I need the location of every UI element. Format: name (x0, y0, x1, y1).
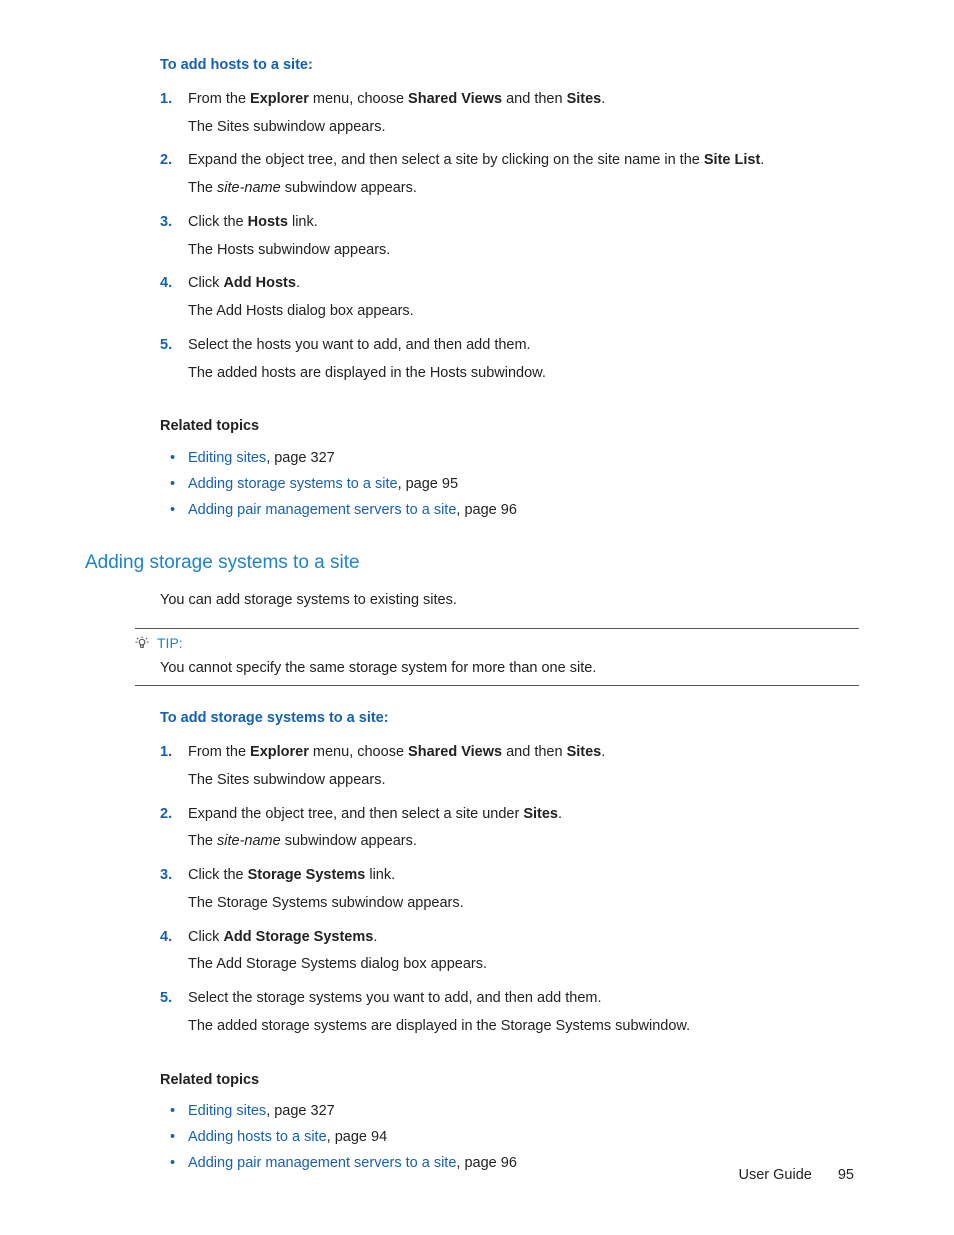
step-result: The Add Storage Systems dialog box appea… (188, 954, 859, 976)
step-result: The site-name subwindow appears. (188, 178, 859, 200)
step-number: 2. (160, 804, 172, 826)
step-text: From the Explorer menu, choose Shared Vi… (188, 89, 859, 111)
related-item: Editing sites, page 327 (160, 1101, 859, 1123)
step-number: 1. (160, 742, 172, 764)
step-text: Expand the object tree, and then select … (188, 150, 859, 172)
tip-label: TIP: (157, 633, 183, 654)
step: 4. Click Add Storage Systems. The Add St… (160, 927, 859, 989)
step-text: From the Explorer menu, choose Shared Vi… (188, 742, 859, 764)
related-link[interactable]: Adding pair management servers to a site (188, 502, 456, 518)
step-text: Select the hosts you want to add, and th… (188, 335, 859, 357)
page-footer: User Guide 95 (738, 1165, 854, 1187)
step: 5. Select the storage systems you want t… (160, 988, 859, 1050)
step-number: 4. (160, 273, 172, 295)
tip-block: TIP: You cannot specify the same storage… (135, 628, 859, 687)
step-number: 4. (160, 927, 172, 949)
step-text: Expand the object tree, and then select … (188, 804, 859, 826)
step-result: The Hosts subwindow appears. (188, 240, 859, 262)
related-topics-list: Editing sites, page 327 Adding hosts to … (160, 1101, 859, 1174)
step-result: The Storage Systems subwindow appears. (188, 893, 859, 915)
tip-text: You cannot specify the same storage syst… (160, 658, 859, 680)
step-text: Click the Storage Systems link. (188, 865, 859, 887)
section-heading: Adding storage systems to a site (85, 549, 859, 578)
step-number: 3. (160, 865, 172, 887)
step-number: 2. (160, 150, 172, 172)
step-number: 3. (160, 212, 172, 234)
step: 2. Expand the object tree, and then sele… (160, 804, 859, 866)
procedure-steps: 1. From the Explorer menu, choose Shared… (160, 742, 859, 1050)
related-link[interactable]: Adding pair management servers to a site (188, 1155, 456, 1171)
step: 5. Select the hosts you want to add, and… (160, 335, 859, 397)
related-item: Adding storage systems to a site, page 9… (160, 474, 859, 496)
related-item: Adding hosts to a site, page 94 (160, 1127, 859, 1149)
step-result: The Sites subwindow appears. (188, 770, 859, 792)
related-topics-heading: Related topics (160, 1070, 859, 1092)
divider (135, 628, 859, 629)
page-number: 95 (838, 1167, 854, 1183)
step-text: Click the Hosts link. (188, 212, 859, 234)
procedure-title: To add storage systems to a site: (160, 708, 859, 730)
step: 1. From the Explorer menu, choose Shared… (160, 742, 859, 804)
step: 2. Expand the object tree, and then sele… (160, 150, 859, 212)
step: 3. Click the Storage Systems link. The S… (160, 865, 859, 927)
related-link[interactable]: Adding storage systems to a site (188, 476, 398, 492)
procedure-steps: 1. From the Explorer menu, choose Shared… (160, 89, 859, 397)
related-item: Editing sites, page 327 (160, 448, 859, 470)
lightbulb-icon (135, 636, 149, 650)
footer-label: User Guide (738, 1167, 811, 1183)
step-text: Click Add Hosts. (188, 273, 859, 295)
related-topics-list: Editing sites, page 327 Adding storage s… (160, 448, 859, 521)
page: To add hosts to a site: 1. From the Expl… (0, 0, 954, 1235)
step-result: The Add Hosts dialog box appears. (188, 301, 859, 323)
step-result: The Sites subwindow appears. (188, 117, 859, 139)
step: 4. Click Add Hosts. The Add Hosts dialog… (160, 273, 859, 335)
step-number: 5. (160, 988, 172, 1010)
procedure-title: To add hosts to a site: (160, 55, 859, 77)
step: 3. Click the Hosts link. The Hosts subwi… (160, 212, 859, 274)
step-result: The site-name subwindow appears. (188, 831, 859, 853)
step-number: 1. (160, 89, 172, 111)
step-text: Click Add Storage Systems. (188, 927, 859, 949)
related-link[interactable]: Adding hosts to a site (188, 1129, 327, 1145)
related-link[interactable]: Editing sites (188, 1103, 266, 1119)
related-topics-heading: Related topics (160, 416, 859, 438)
divider (135, 685, 859, 686)
step-result: The added hosts are displayed in the Hos… (188, 363, 859, 385)
related-link[interactable]: Editing sites (188, 450, 266, 466)
section-intro: You can add storage systems to existing … (160, 590, 859, 612)
step-text: Select the storage systems you want to a… (188, 988, 859, 1010)
step-result: The added storage systems are displayed … (188, 1016, 859, 1038)
related-item: Adding pair management servers to a site… (160, 500, 859, 522)
step-number: 5. (160, 335, 172, 357)
step: 1. From the Explorer menu, choose Shared… (160, 89, 859, 151)
